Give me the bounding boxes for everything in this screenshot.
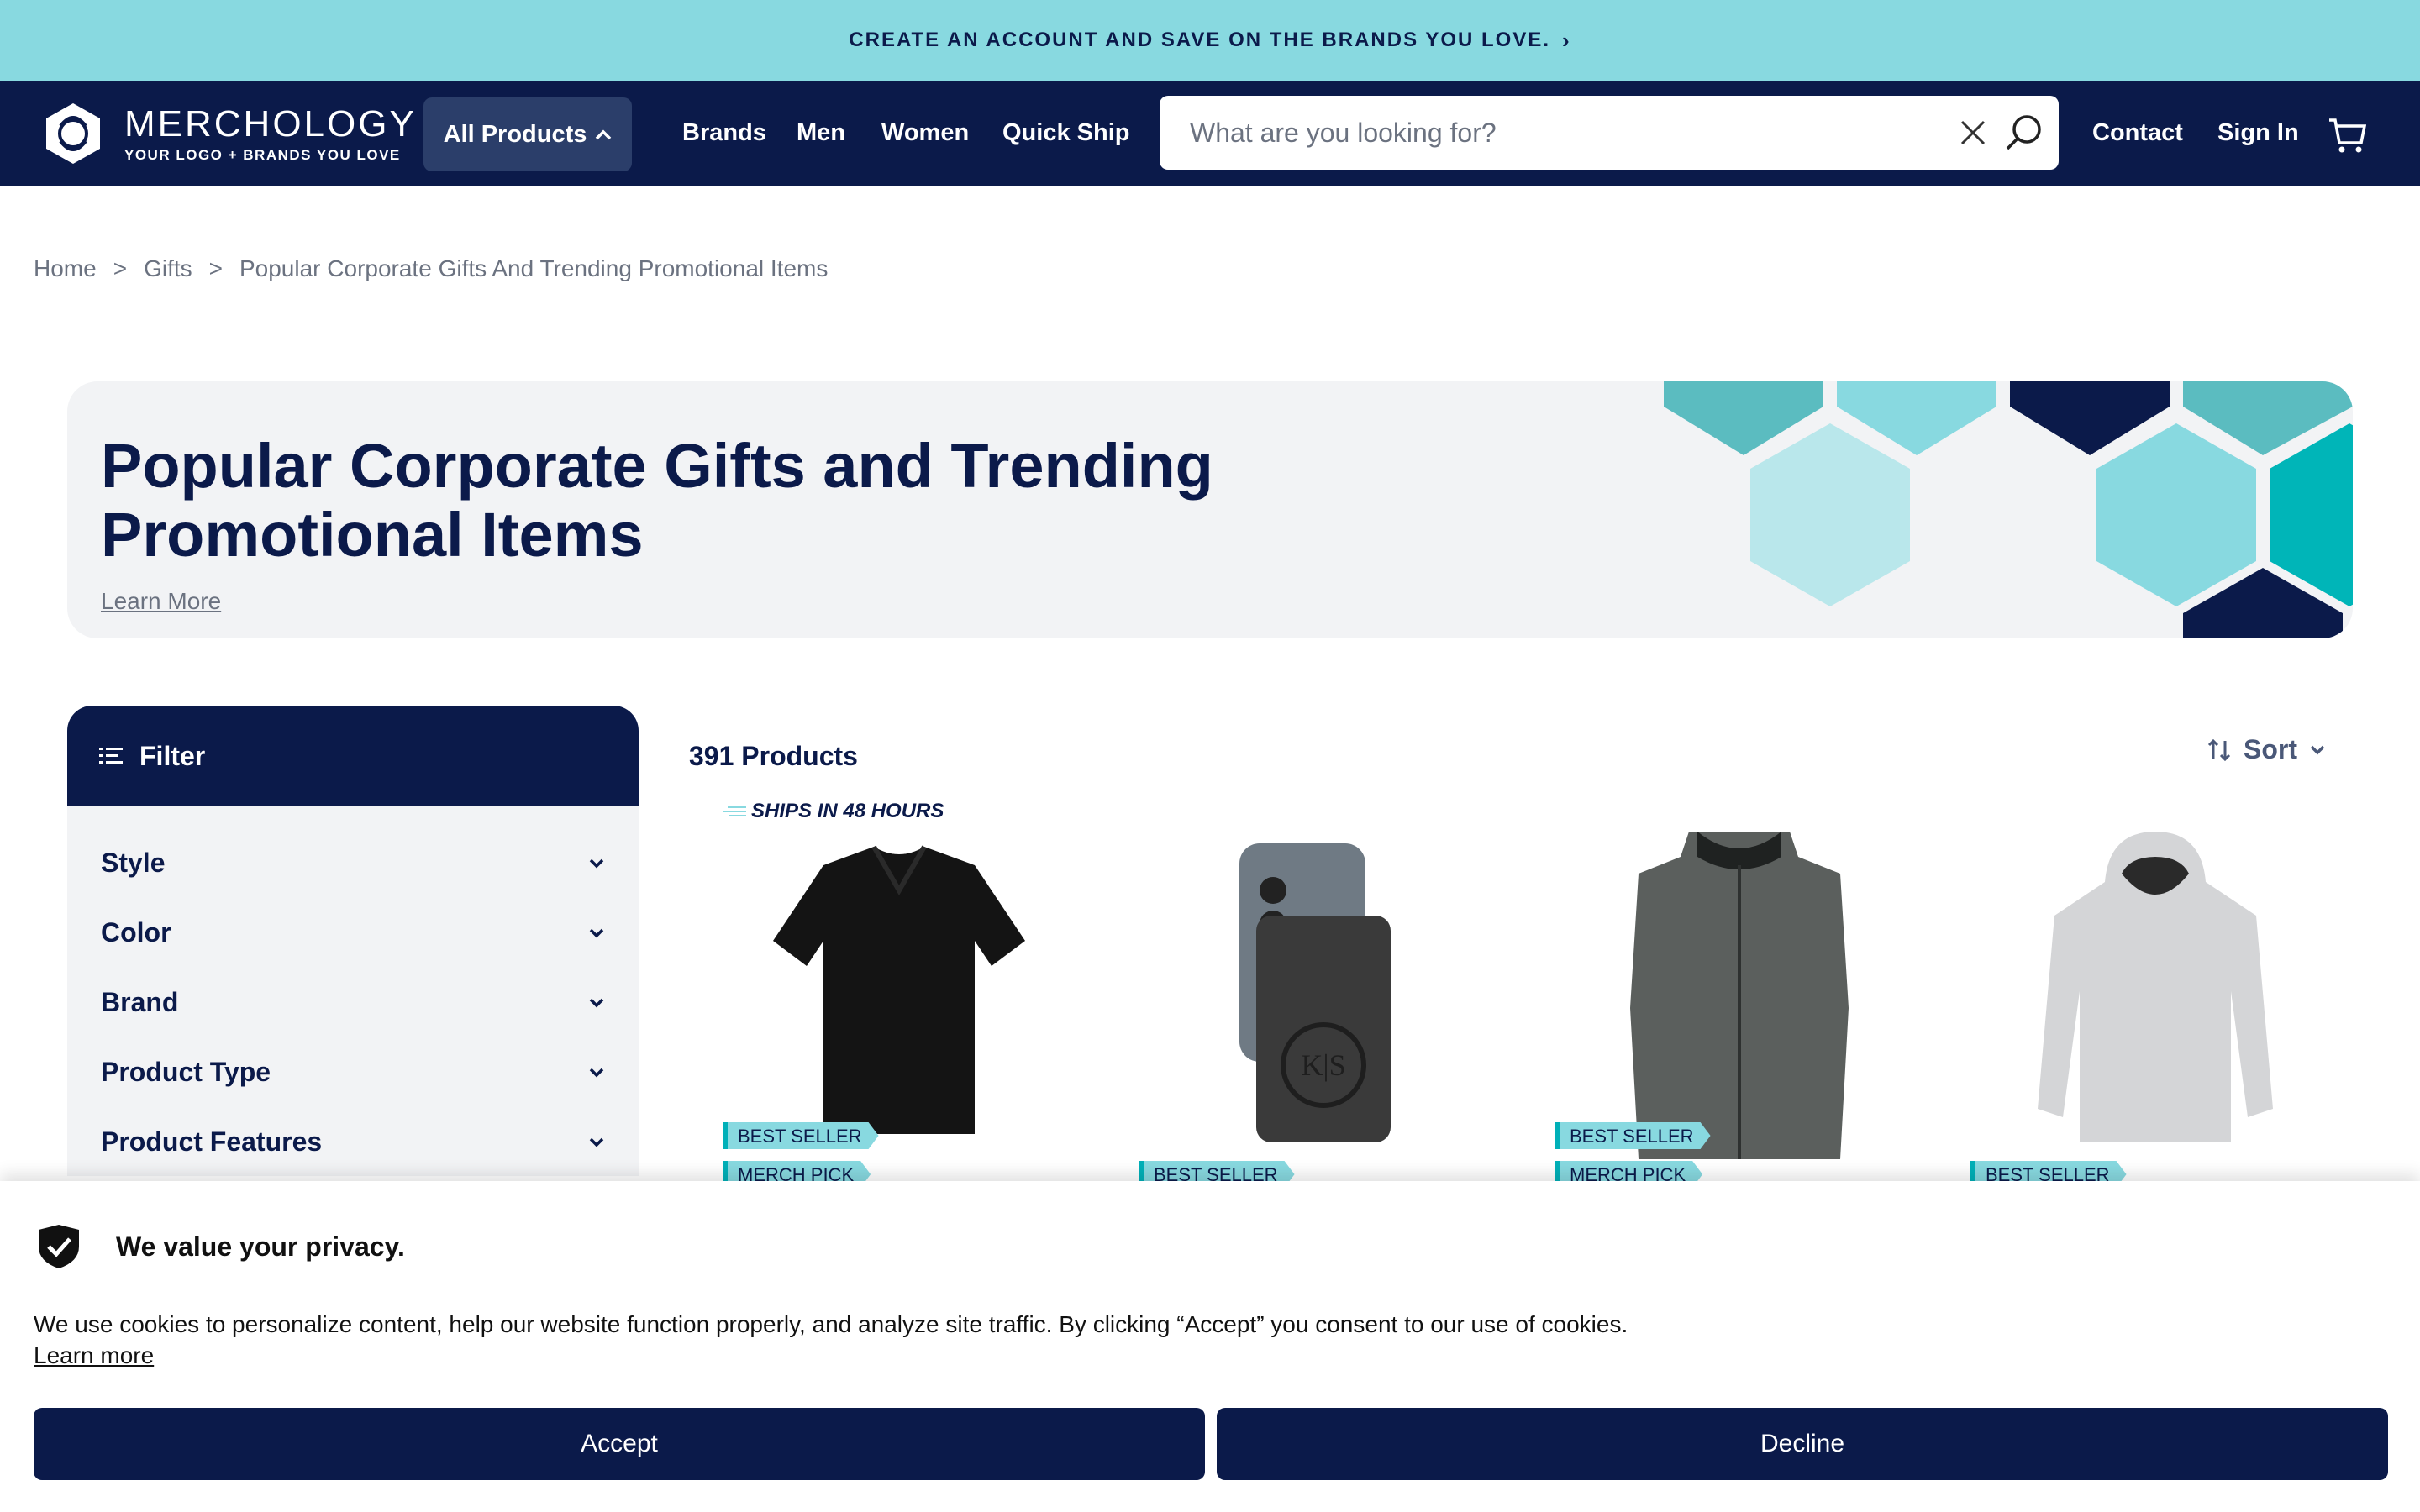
chevron-right-icon: › [1562, 27, 1571, 53]
facet-brand[interactable]: Brand [67, 968, 639, 1037]
chevron-down-icon [589, 928, 604, 937]
main-navigation: MERCHOLOGY YOUR LOGO + BRANDS YOU LOVE A… [0, 81, 2420, 186]
best-seller-badge: BEST SELLER [723, 1122, 879, 1149]
all-products-button[interactable]: All Products [424, 97, 632, 171]
promo-text: CREATE AN ACCOUNT AND SAVE ON THE BRANDS… [849, 29, 1551, 51]
cookie-heading: We value your privacy. [116, 1231, 405, 1262]
product-card[interactable]: K|S BEST SELLER [1130, 832, 1517, 1184]
decline-button[interactable]: Decline [1217, 1408, 2388, 1480]
search-icon[interactable] [2003, 113, 2044, 153]
filter-panel: Filter Style Color Brand Product Type Pr… [67, 706, 639, 1176]
chevron-down-icon [589, 858, 604, 868]
filter-title: Filter [139, 740, 206, 771]
facet-product-type[interactable]: Product Type [67, 1037, 639, 1107]
chevron-down-icon [2310, 745, 2325, 754]
ships-48-hours-tag: SHIPS IN 48 HOURS [723, 800, 944, 823]
product-card[interactable]: BEST SELLER [1962, 832, 2349, 1184]
facet-color[interactable]: Color [67, 898, 639, 968]
chevron-down-icon [589, 1137, 604, 1147]
facet-label: Brand [101, 987, 179, 1017]
category-hero: Popular Corporate Gifts and Trending Pro… [67, 381, 2353, 638]
chevron-down-icon [589, 998, 604, 1007]
facet-label: Color [101, 917, 171, 948]
cookie-text: We use cookies to personalize content, h… [34, 1311, 1628, 1337]
promo-banner[interactable]: CREATE AN ACCOUNT AND SAVE ON THE BRANDS… [0, 0, 2420, 81]
facet-label: Product Features [101, 1126, 323, 1157]
nav-link-contact[interactable]: Contact [2092, 119, 2183, 147]
logo-name: MERCHOLOGY [124, 103, 417, 144]
all-products-label: All Products [443, 120, 587, 148]
accept-button[interactable]: Accept [34, 1408, 1205, 1480]
hexagon-pattern-decoration [1664, 381, 2353, 638]
search-input[interactable] [1190, 113, 1912, 153]
breadcrumb-home[interactable]: Home [34, 255, 97, 282]
learn-more-link[interactable]: Learn More [101, 588, 221, 615]
polo-shirt-image [773, 845, 1025, 1134]
breadcrumb-separator: > [208, 255, 223, 281]
breadcrumb: Home > Gifts > Popular Corporate Gifts A… [34, 255, 828, 282]
nav-link-sign-in[interactable]: Sign In [2217, 119, 2299, 147]
sort-arrows-icon [2207, 738, 2231, 761]
phone-power-bank-image: K|S [1239, 843, 1391, 1142]
product-card[interactable]: BEST SELLER MERCH PICK [1546, 832, 1933, 1184]
facet-style[interactable]: Style [67, 828, 639, 898]
filter-list-icon [99, 748, 123, 764]
merchology-logo[interactable]: MERCHOLOGY YOUR LOGO + BRANDS YOU LOVE [40, 101, 417, 166]
product-count: 391 Products [689, 741, 858, 771]
nav-link-brands[interactable]: Brands [682, 119, 766, 147]
nav-link-women[interactable]: Women [881, 119, 969, 147]
speed-lines-icon [723, 806, 746, 816]
cart-icon[interactable] [2328, 116, 2366, 155]
facet-label: Style [101, 848, 166, 878]
breadcrumb-current: Popular Corporate Gifts And Trending Pro… [239, 255, 829, 281]
best-seller-badge: BEST SELLER [1555, 1122, 1711, 1149]
cookie-consent-banner: We value your privacy. We use cookies to… [0, 1181, 2420, 1512]
chevron-down-icon [589, 1068, 604, 1077]
logo-tagline: YOUR LOGO + BRANDS YOU LOVE [124, 147, 401, 163]
product-card[interactable]: BEST SELLER MERCH PICK [714, 832, 1101, 1184]
search-bar [1160, 96, 2059, 170]
shield-check-icon [39, 1225, 79, 1268]
facet-label: Product Type [101, 1057, 271, 1087]
svg-text:K|S: K|S [1301, 1048, 1345, 1082]
nav-link-quick-ship[interactable]: Quick Ship [1002, 119, 1129, 147]
close-icon[interactable] [1958, 118, 1988, 148]
hoodie-image [2038, 832, 2273, 1142]
sort-label: Sort [2244, 734, 2297, 764]
filter-header[interactable]: Filter [67, 706, 639, 806]
vest-image [1630, 832, 1849, 1159]
chevron-up-icon [596, 129, 612, 140]
ships-label: SHIPS IN 48 HOURS [751, 800, 944, 822]
page-title: Popular Corporate Gifts and Trending Pro… [101, 431, 1213, 570]
cookie-learn-more-link[interactable]: Learn more [34, 1342, 154, 1369]
facet-product-features[interactable]: Product Features [67, 1107, 639, 1177]
breadcrumb-separator: > [113, 255, 128, 281]
logo-hexagon-icon [46, 103, 100, 164]
filter-facets: Style Color Brand Product Type Product F… [67, 806, 639, 1176]
sort-dropdown[interactable]: Sort [2207, 734, 2326, 765]
breadcrumb-gifts[interactable]: Gifts [144, 255, 192, 282]
nav-link-men[interactable]: Men [797, 119, 845, 147]
